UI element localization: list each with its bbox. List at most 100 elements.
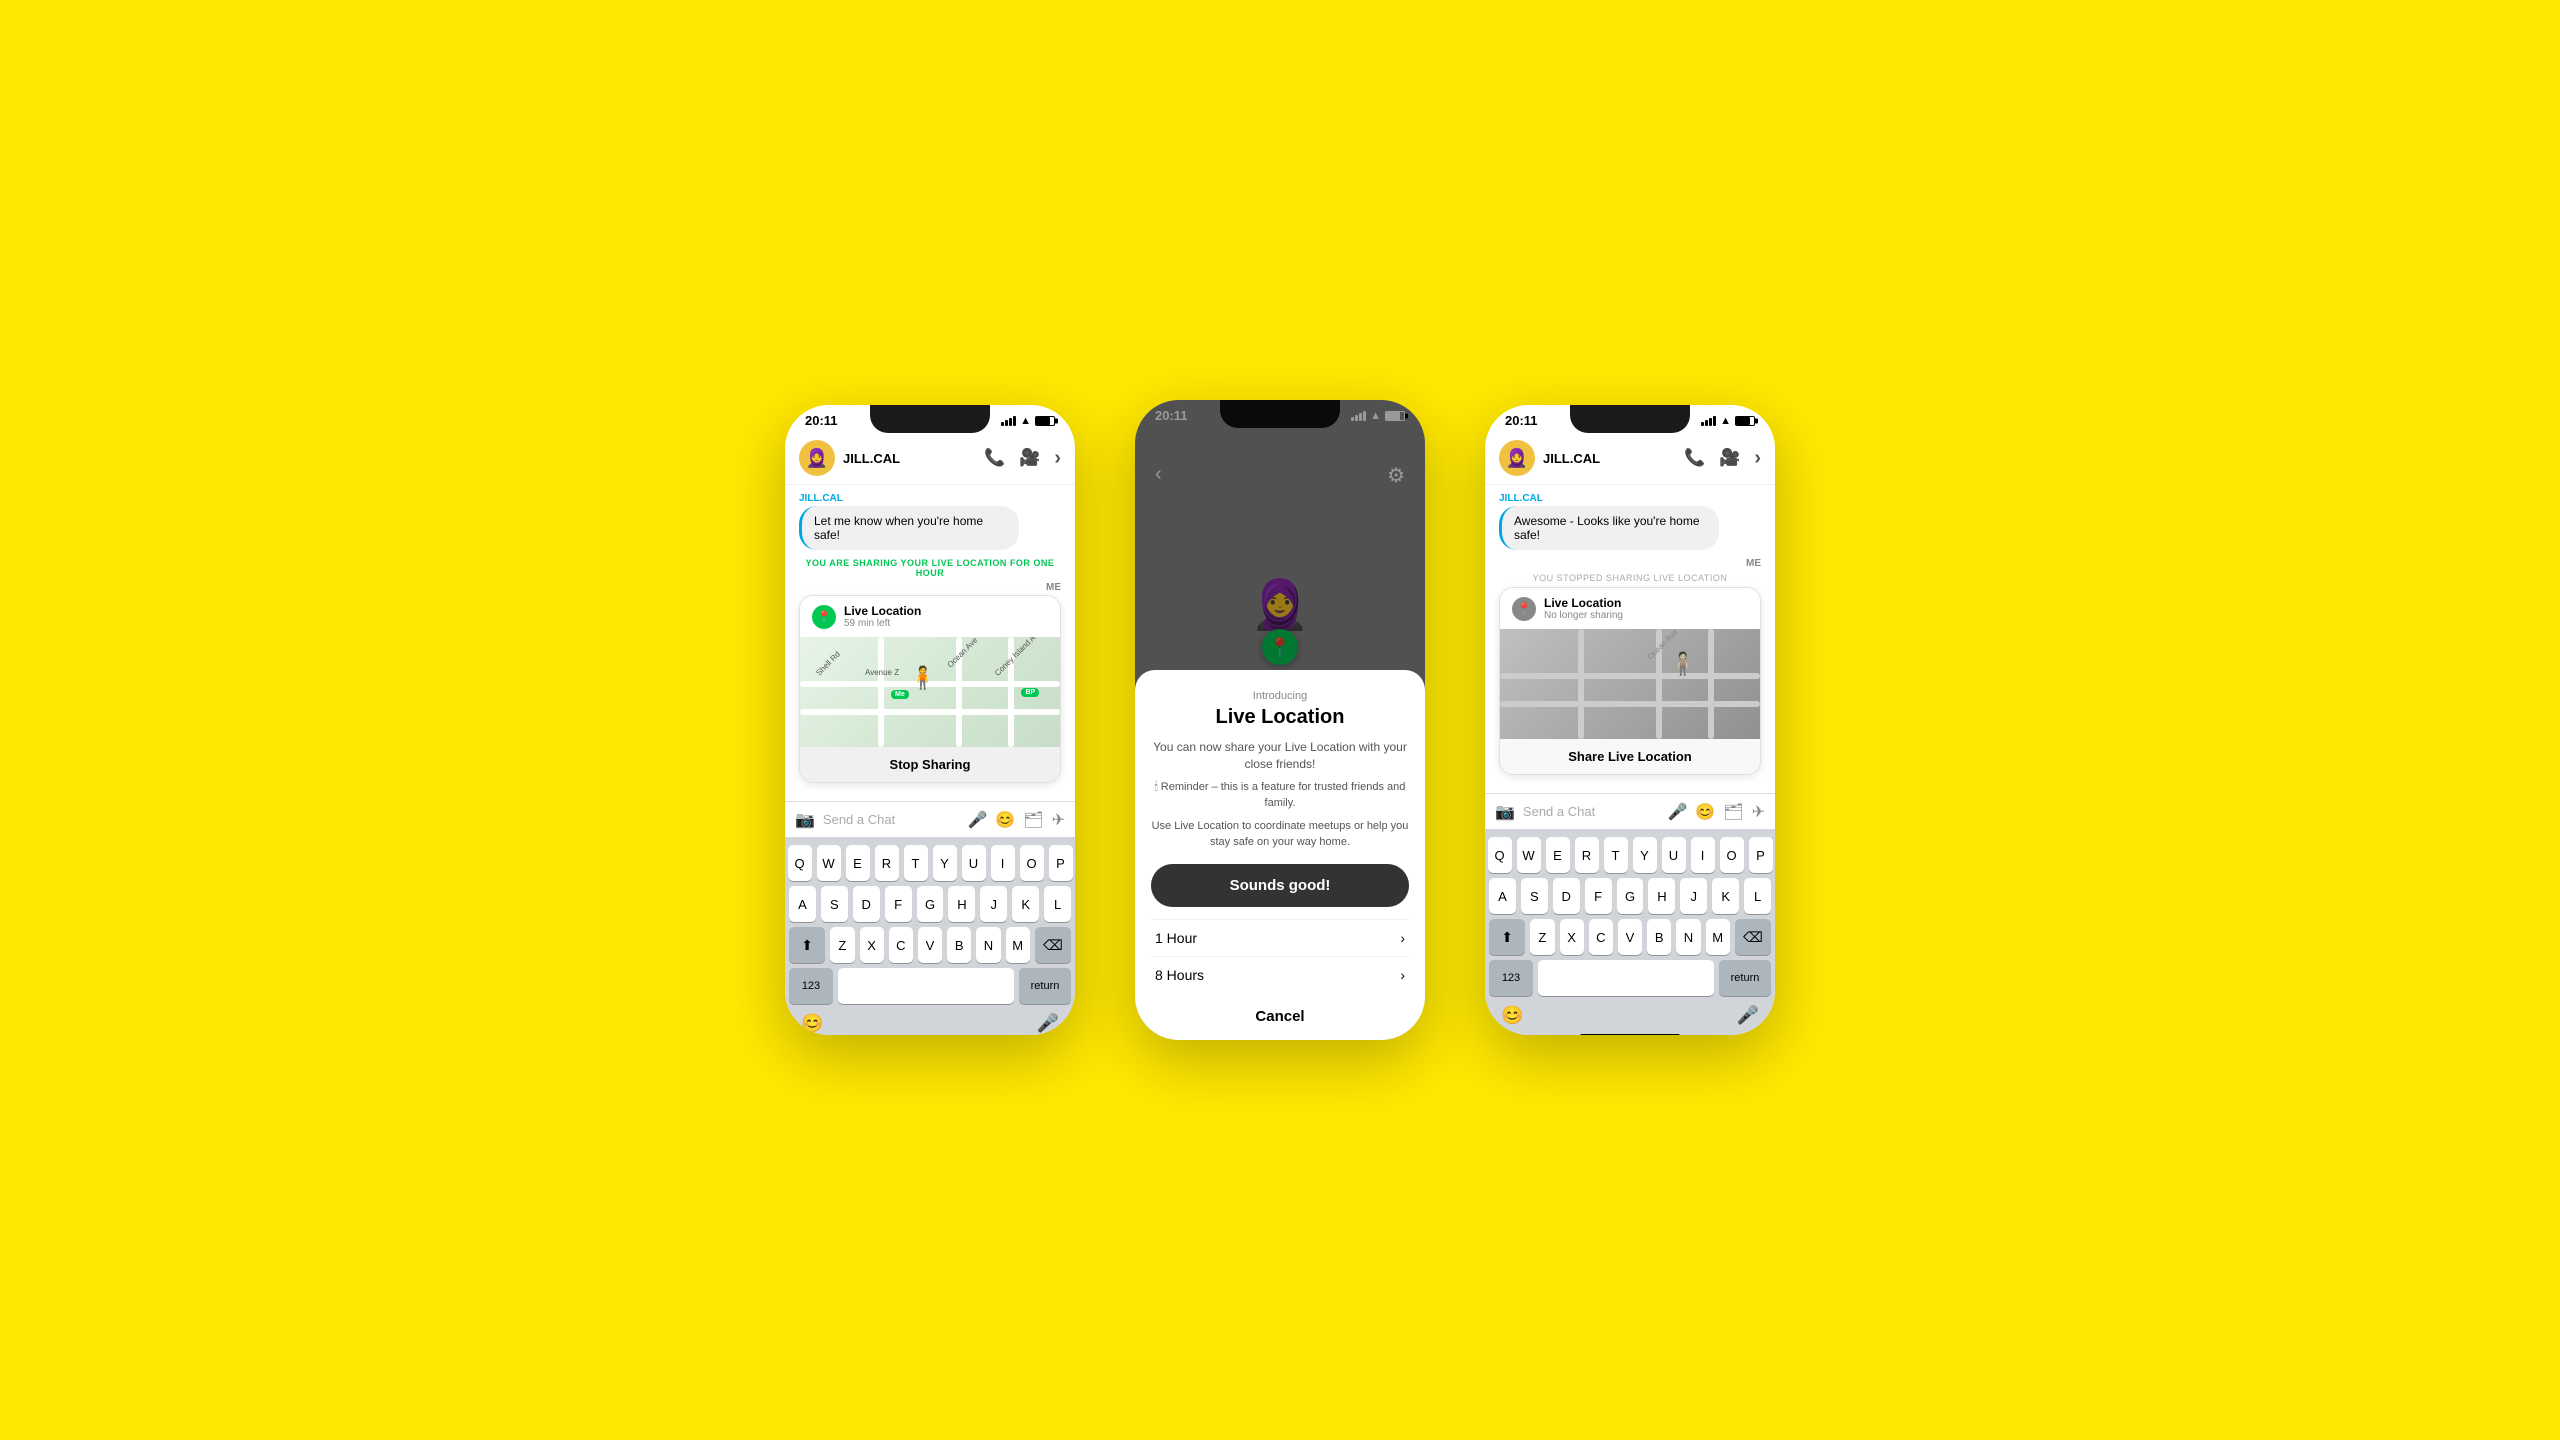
key-u[interactable]: U <box>962 845 986 881</box>
key-x[interactable]: X <box>860 927 884 963</box>
p3-key-o[interactable]: O <box>1720 837 1744 873</box>
key-delete[interactable]: ⌫ <box>1035 927 1071 963</box>
p3-key-n[interactable]: N <box>1676 919 1700 955</box>
sounds-good-button[interactable]: Sounds good! <box>1151 864 1409 907</box>
key-space[interactable] <box>838 968 1014 1004</box>
p3-key-w[interactable]: W <box>1517 837 1541 873</box>
p3-key-u[interactable]: U <box>1662 837 1686 873</box>
p3-key-q[interactable]: Q <box>1488 837 1512 873</box>
key-p[interactable]: P <box>1049 845 1073 881</box>
p3-key-y[interactable]: Y <box>1633 837 1657 873</box>
phone-3-chat-body: JILL.CAL Awesome - Looks like you're hom… <box>1485 485 1775 793</box>
phone-1-location-header: 📍 Live Location 59 min left <box>800 596 1060 637</box>
key-s[interactable]: S <box>821 886 848 922</box>
camera-icon[interactable]: 📷 <box>795 810 815 830</box>
more-icon[interactable]: › <box>1054 447 1061 470</box>
key-shift[interactable]: ⬆ <box>789 927 825 963</box>
p3-key-x[interactable]: X <box>1560 919 1584 955</box>
phone-1-input[interactable]: Send a Chat <box>823 808 960 831</box>
key-a[interactable]: A <box>789 886 816 922</box>
p3-key-i[interactable]: I <box>1691 837 1715 873</box>
p3-key-d[interactable]: D <box>1553 878 1580 914</box>
key-return[interactable]: return <box>1019 968 1071 1004</box>
key-c[interactable]: C <box>889 927 913 963</box>
phone-3-call-icon[interactable]: 📞 <box>1684 448 1705 468</box>
phone-3-loc-icon[interactable]: ✈ <box>1752 802 1765 822</box>
p3-key-h[interactable]: H <box>1648 878 1675 914</box>
one-hour-option[interactable]: 1 Hour › <box>1151 919 1409 956</box>
p3-key-f[interactable]: F <box>1585 878 1612 914</box>
key-w[interactable]: W <box>817 845 841 881</box>
phone-3-camera-icon[interactable]: 📷 <box>1495 802 1515 822</box>
p3-key-t[interactable]: T <box>1604 837 1628 873</box>
emoji-keyboard-icon[interactable]: 😊 <box>801 1013 823 1034</box>
key-z[interactable]: Z <box>830 927 854 963</box>
p3-key-c[interactable]: C <box>1589 919 1613 955</box>
phone-3-input[interactable]: Send a Chat <box>1523 800 1660 823</box>
key-f[interactable]: F <box>885 886 912 922</box>
key-j[interactable]: J <box>980 886 1007 922</box>
p3-key-return[interactable]: return <box>1719 960 1771 996</box>
p3-key-e[interactable]: E <box>1546 837 1570 873</box>
phone-3-video-icon[interactable]: 🎥 <box>1719 448 1740 468</box>
p3-key-shift[interactable]: ⬆ <box>1489 919 1525 955</box>
mic-icon[interactable]: 🎤 <box>967 810 987 830</box>
phone-1: 20:11 ▲ 🧕 JILL.CAL 📞 🎥 › <box>785 405 1075 1035</box>
location-share-icon[interactable]: ✈ <box>1052 810 1065 830</box>
p3-key-b[interactable]: B <box>1647 919 1671 955</box>
phone-3-keyboard-row-4: 123 return <box>1489 960 1771 996</box>
phone-3-mic-icon[interactable]: 🎤 <box>1667 802 1687 822</box>
p3-key-k[interactable]: K <box>1712 878 1739 914</box>
mic-keyboard-icon[interactable]: 🎤 <box>1037 1013 1059 1034</box>
key-o[interactable]: O <box>1020 845 1044 881</box>
p3-key-v[interactable]: V <box>1618 919 1642 955</box>
eight-hours-option[interactable]: 8 Hours › <box>1151 956 1409 993</box>
stop-sharing-button[interactable]: Stop Sharing <box>800 747 1060 782</box>
key-q[interactable]: Q <box>788 845 812 881</box>
phone-icon[interactable]: 📞 <box>984 448 1005 468</box>
p3-key-r[interactable]: R <box>1575 837 1599 873</box>
phone-3-me-label: ME <box>1499 558 1761 569</box>
phone-1-sharing-notice: YOU ARE SHARING YOUR LIVE LOCATION FOR O… <box>799 558 1061 578</box>
key-r[interactable]: R <box>875 845 899 881</box>
sticker-icon[interactable]: 🗂 <box>1023 810 1043 830</box>
phone-3-sticker-icon[interactable]: 🗂 <box>1723 802 1743 822</box>
p3-key-p[interactable]: P <box>1749 837 1773 873</box>
p3-key-g[interactable]: G <box>1617 878 1644 914</box>
phone-3-location-subtitle: No longer sharing <box>1544 610 1623 621</box>
key-d[interactable]: D <box>853 886 880 922</box>
p3-key-m[interactable]: M <box>1706 919 1730 955</box>
p3-key-s[interactable]: S <box>1521 878 1548 914</box>
emoji-icon[interactable]: 😊 <box>995 810 1015 830</box>
p3-key-space[interactable] <box>1538 960 1714 996</box>
key-i[interactable]: I <box>991 845 1015 881</box>
phone-3-mic-keyboard-icon[interactable]: 🎤 <box>1737 1005 1759 1026</box>
phone-3-time: 20:11 <box>1505 413 1538 428</box>
key-t[interactable]: T <box>904 845 928 881</box>
p3-key-delete[interactable]: ⌫ <box>1735 919 1771 955</box>
p3-key-a[interactable]: A <box>1489 878 1516 914</box>
p3-key-j[interactable]: J <box>1680 878 1707 914</box>
share-live-location-button[interactable]: Share Live Location <box>1500 739 1760 774</box>
phone-3-emoji-keyboard-icon[interactable]: 😊 <box>1501 1005 1523 1026</box>
video-icon[interactable]: 🎥 <box>1019 448 1040 468</box>
key-l[interactable]: L <box>1044 886 1071 922</box>
key-y[interactable]: Y <box>933 845 957 881</box>
key-v[interactable]: V <box>918 927 942 963</box>
phone-3-emoji-icon[interactable]: 😊 <box>1695 802 1715 822</box>
p3-key-z[interactable]: Z <box>1530 919 1554 955</box>
key-k[interactable]: K <box>1012 886 1039 922</box>
p3-key-123[interactable]: 123 <box>1489 960 1533 996</box>
key-m[interactable]: M <box>1006 927 1030 963</box>
key-e[interactable]: E <box>846 845 870 881</box>
key-123[interactable]: 123 <box>789 968 833 1004</box>
phone-3-more-icon[interactable]: › <box>1754 447 1761 470</box>
cancel-button[interactable]: Cancel <box>1135 993 1425 1040</box>
key-g[interactable]: G <box>917 886 944 922</box>
p3-key-l[interactable]: L <box>1744 878 1771 914</box>
key-h[interactable]: H <box>948 886 975 922</box>
key-n[interactable]: N <box>976 927 1000 963</box>
key-b[interactable]: B <box>947 927 971 963</box>
phone-1-status-icons: ▲ <box>1001 415 1055 427</box>
phone-1-avatar: 🧕 <box>799 440 835 476</box>
